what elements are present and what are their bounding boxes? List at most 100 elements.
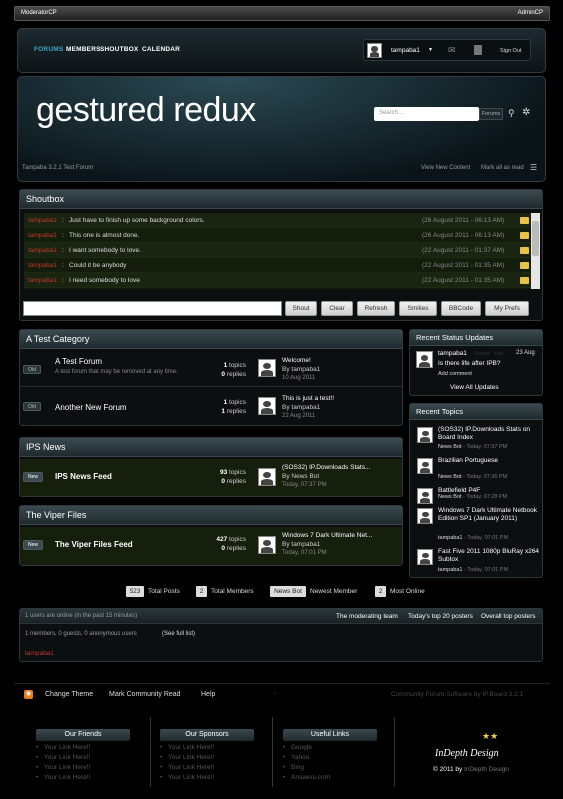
shout-user[interactable]: tampaba1 [28, 247, 57, 254]
site-logo[interactable]: gestured redux [36, 91, 256, 130]
refresh-button[interactable]: Refresh [357, 301, 395, 316]
list-icon[interactable]: ☰ [530, 163, 537, 172]
category-title[interactable]: The Viper Files [20, 506, 402, 525]
brand-logo[interactable]: InDepth Design [435, 748, 499, 759]
last-post-title[interactable]: This is just a test!! [282, 395, 334, 402]
folder-icon[interactable] [520, 277, 529, 284]
footer-link[interactable]: • Your Link Here!! [160, 744, 254, 751]
topic-title[interactable]: Brazilian Portuguese [438, 457, 540, 465]
view-new-content-link[interactable]: View New Content [421, 165, 470, 171]
smilies-button[interactable]: Smilies [399, 301, 437, 316]
last-post-title[interactable]: (SOS32) IP.Downloads Stats... [282, 464, 370, 471]
nav-forums[interactable]: FORUMS [34, 46, 63, 53]
moderating-team-link[interactable]: The moderating team [336, 613, 398, 620]
newest-member-value[interactable]: News Bot [270, 586, 306, 597]
last-post-title[interactable]: Welcome! [282, 357, 311, 364]
last-post-title[interactable]: Windows 7 Dark Ultimate Net... [282, 532, 372, 539]
footer-link[interactable]: • Your Link Here!! [36, 754, 130, 761]
category-title[interactable]: A Test Category [20, 330, 402, 349]
see-full-list-link[interactable]: (See full list) [162, 631, 195, 637]
overall-top-link[interactable]: Overall top posters [481, 613, 536, 620]
topic-avatar[interactable] [417, 488, 433, 504]
last-poster-avatar[interactable] [258, 468, 276, 486]
my-prefs-button[interactable]: My Prefs [485, 301, 529, 316]
online-user[interactable]: tampaba1 [25, 650, 54, 657]
topic-avatar[interactable] [417, 427, 433, 443]
shoutbox-scrollbar[interactable] [531, 213, 540, 289]
admin-cp-link[interactable]: AdminCP [518, 10, 543, 16]
forum-name[interactable]: IPS News Feed [55, 472, 112, 481]
shout-user[interactable]: tampaba1 [28, 217, 57, 224]
topic-title[interactable]: Fast Five 2011 1080p BluRay x264 Subtox [438, 548, 540, 564]
view-all-updates-link[interactable]: View All Updates [450, 384, 499, 391]
status-avatar[interactable] [416, 351, 433, 368]
search-icon[interactable]: ⚲ [508, 108, 515, 119]
powered-by[interactable]: Community Forum Software by IP.Board 3.2… [391, 691, 523, 698]
topic-avatar[interactable] [417, 458, 433, 474]
shout-user[interactable]: tampaba1 [28, 262, 57, 269]
user-avatar[interactable] [367, 43, 382, 58]
username-menu[interactable]: tampaba1 [391, 47, 420, 54]
last-poster-avatar[interactable] [258, 536, 276, 554]
footer-link[interactable]: • Your Link Here!! [160, 774, 254, 781]
mark-all-read-link[interactable]: Mark all as read [481, 165, 524, 171]
forum-name[interactable]: Another New Forum [55, 403, 127, 412]
forum-name[interactable]: The Viper Files Feed [55, 540, 133, 549]
forum-name[interactable]: A Test Forum [55, 357, 102, 366]
last-post-author[interactable]: By News Bot [282, 473, 319, 480]
topic-title[interactable]: (SOS32) IP.Downloads Stats on Board Inde… [438, 426, 540, 442]
footer-link[interactable]: • Your Link Here!! [160, 764, 254, 771]
chevron-down-icon[interactable]: ▼ [428, 47, 433, 53]
status-user[interactable]: tampaba1 [438, 350, 467, 357]
mark-community-read-link[interactable]: Mark Community Read [109, 691, 181, 698]
folder-icon[interactable] [520, 262, 529, 269]
gear-icon[interactable]: ✲ [522, 107, 530, 118]
last-poster-avatar[interactable] [258, 359, 276, 377]
search-input[interactable]: Search... [374, 107, 479, 121]
recent-topic-item[interactable]: Fast Five 2011 1080p BluRay x264 Subtox … [410, 545, 542, 577]
footer-link[interactable]: • Your Link Here!! [36, 764, 130, 771]
topic-title[interactable]: Windows 7 Dark Ultimate Netbook Edition … [438, 507, 540, 523]
recent-topic-item[interactable]: Windows 7 Dark Ultimate Netbook Edition … [410, 504, 542, 545]
last-post-author[interactable]: By tampaba1 [282, 366, 320, 373]
topic-avatar[interactable] [417, 508, 433, 524]
last-post-author[interactable]: By tampaba1 [282, 404, 320, 411]
moderator-cp-link[interactable]: ModeratorCP [21, 10, 57, 16]
top20-link[interactable]: Today's top 20 posters [408, 613, 473, 620]
clear-button[interactable]: Clear [321, 301, 353, 316]
mail-icon[interactable]: ✉ [448, 45, 456, 56]
breadcrumb[interactable]: Tampaba 3.2.1 Test Forum [22, 165, 93, 171]
footer-link[interactable]: • Your Link Here!! [36, 744, 130, 751]
help-link[interactable]: Help [201, 691, 215, 698]
shout-user[interactable]: tampaba1 [28, 277, 57, 284]
category-title[interactable]: IPS News [20, 438, 402, 457]
footer-link[interactable]: • Yahoo [283, 754, 377, 761]
recent-topic-item[interactable]: Battlefield P4F News Bot - Today, 07:28 … [410, 484, 542, 504]
add-comment-link[interactable]: Add comment [438, 371, 472, 377]
shout-input[interactable] [23, 301, 282, 316]
last-poster-avatar[interactable] [258, 397, 276, 415]
last-post-author[interactable]: By tampaba1 [282, 541, 320, 548]
folder-icon[interactable] [520, 232, 529, 239]
footer-link[interactable]: • Bing [283, 764, 377, 771]
nav-shoutbox[interactable]: SHOUTBOX [100, 46, 138, 53]
profile-icon[interactable] [474, 45, 482, 55]
footer-link[interactable]: • Answers.com [283, 774, 377, 781]
footer-link[interactable]: • Google [283, 744, 377, 751]
nav-calendar[interactable]: CALENDAR [142, 46, 180, 53]
folder-icon[interactable] [520, 217, 529, 224]
footer-link[interactable]: • Your Link Here!! [36, 774, 130, 781]
rss-icon[interactable]: ◉ [24, 690, 33, 699]
topic-avatar[interactable] [417, 549, 433, 565]
change-theme-link[interactable]: Change Theme [45, 691, 93, 698]
recent-topic-item[interactable]: Brazilian Portuguese News Bot - Today, 0… [410, 454, 542, 484]
sign-out-link[interactable]: Sign Out [500, 48, 521, 54]
shout-button[interactable]: Shout [285, 301, 317, 316]
search-scope-button[interactable]: Forums [479, 108, 503, 120]
folder-icon[interactable] [520, 247, 529, 254]
nav-members[interactable]: MEMBERS [66, 46, 101, 53]
recent-topic-item[interactable]: (SOS32) IP.Downloads Stats on Board Inde… [410, 423, 542, 454]
footer-link[interactable]: • Your Link Here!! [160, 754, 254, 761]
bbcode-button[interactable]: BBCode [441, 301, 481, 316]
shout-user[interactable]: tampaba1 [28, 232, 57, 239]
